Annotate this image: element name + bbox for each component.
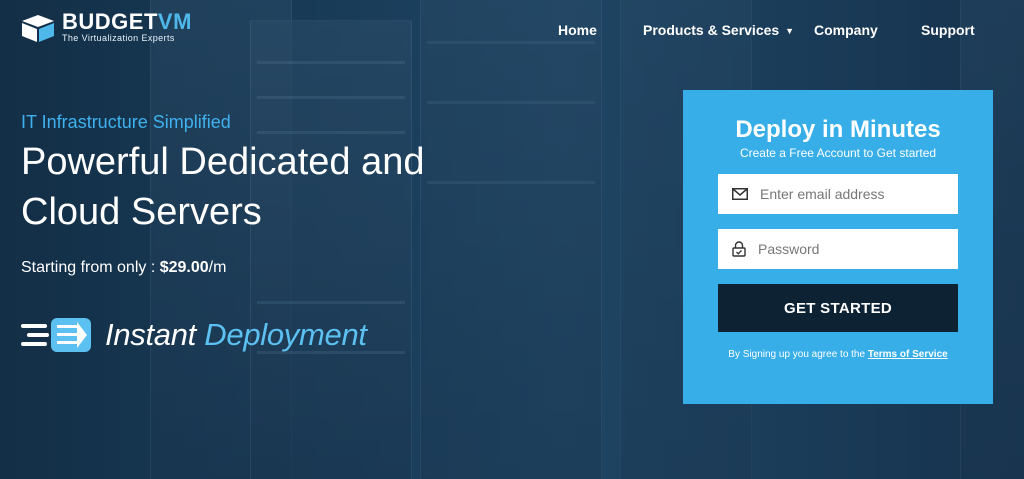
nav-home[interactable]: Home (558, 22, 597, 38)
password-input[interactable] (756, 240, 950, 258)
brand-name: BUDGETVM (62, 9, 192, 34)
brand-name-main: BUDGET (62, 9, 158, 34)
hero-section: IT Infrastructure Simplified Powerful De… (21, 112, 521, 277)
instant-deployment-text: Instant Deployment (105, 317, 367, 353)
price-prefix: Starting from only : (21, 259, 160, 276)
signup-title: Deploy in Minutes (735, 116, 941, 143)
headline-line-2: Cloud Servers (21, 191, 262, 233)
get-started-button[interactable]: GET STARTED (718, 284, 958, 332)
brand-tagline: The Virtualization Experts (62, 33, 175, 43)
instant-word: Instant (105, 317, 196, 352)
password-field[interactable] (718, 229, 958, 269)
headline-line-1: Powerful Dedicated and (21, 141, 425, 183)
starting-price: Starting from only : $29.00/m (21, 259, 521, 277)
nav-products-label: Products & Services (643, 22, 780, 38)
email-field[interactable] (718, 174, 958, 214)
instant-deployment-badge: Instant Deployment (21, 316, 367, 354)
signup-card: Deploy in Minutes Create a Free Account … (683, 90, 993, 404)
email-input[interactable] (758, 185, 952, 203)
price-suffix: /m (208, 259, 227, 276)
hero-headline: Powerful Dedicated and Cloud Servers (21, 137, 521, 237)
nav-company[interactable]: Company (814, 22, 878, 38)
envelope-icon (732, 188, 748, 200)
site-header: BUDGETVM The Virtualization Experts Home… (0, 0, 1024, 60)
terms-prefix: By Signing up you agree to the (728, 349, 868, 360)
nav-products-services[interactable]: Products & Services ▼ (643, 22, 794, 38)
signup-subtitle: Create a Free Account to Get started (739, 146, 937, 160)
price-value: $29.00 (159, 259, 209, 276)
nav-support[interactable]: Support (921, 22, 975, 38)
chevron-down-icon: ▼ (785, 26, 795, 36)
deployment-word: Deployment (204, 317, 367, 352)
terms-of-service-link[interactable]: Terms of Service (868, 349, 948, 360)
lock-icon (732, 241, 746, 257)
speed-arrow-icon (21, 318, 91, 352)
hero-kicker: IT Infrastructure Simplified (21, 112, 231, 132)
brand-logo[interactable]: BUDGETVM The Virtualization Experts (20, 9, 192, 43)
terms-note: By Signing up you agree to the Terms of … (683, 349, 993, 360)
brand-name-accent: VM (157, 9, 192, 34)
cube-logo-icon (22, 14, 54, 42)
